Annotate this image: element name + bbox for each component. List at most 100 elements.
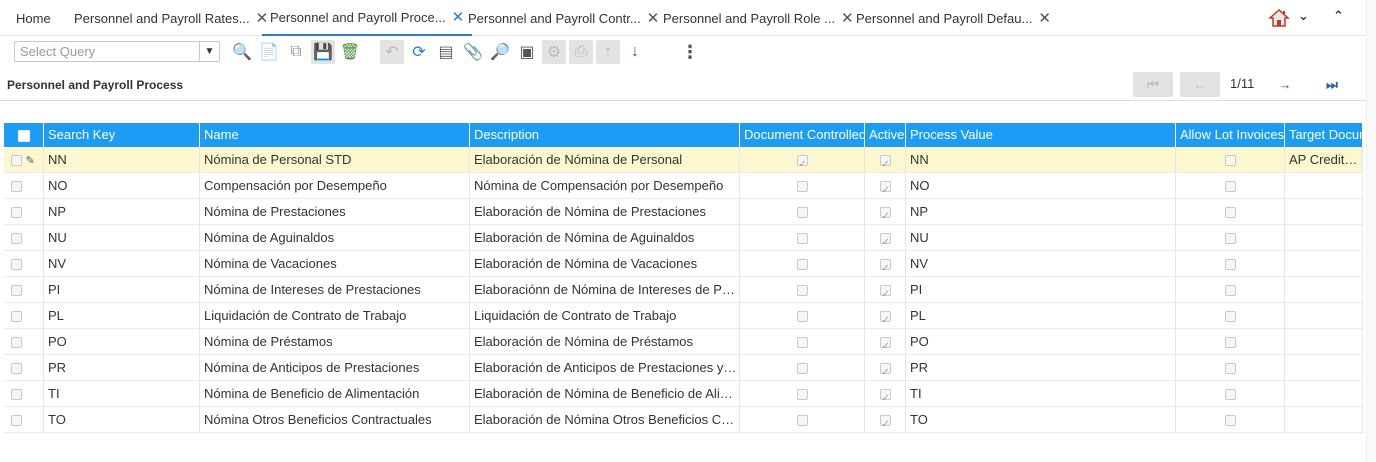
table-row[interactable]: PI Nómina de Intereses de Prestaciones Ela… — [4, 277, 1363, 303]
cell-key[interactable]: TI — [44, 381, 200, 407]
row-select-checkbox[interactable] — [4, 303, 44, 329]
table-row[interactable]: NV Nómina de Vacaciones Elaboración de Nóm… — [4, 251, 1363, 277]
row-select-checkbox[interactable] — [4, 225, 44, 251]
vertical-scrollbar[interactable] — [1366, 0, 1376, 462]
cell-name[interactable]: Liquidación de Contrato de Trabajo — [200, 303, 470, 329]
checkbox-lot[interactable] — [1176, 225, 1285, 251]
checkbox-lot[interactable] — [1176, 355, 1285, 381]
cell-target[interactable] — [1285, 199, 1363, 225]
checkbox-lot[interactable] — [1176, 329, 1285, 355]
cell-value[interactable]: PI — [906, 277, 1176, 303]
cell-name[interactable]: Nómina de Anticipos de Prestaciones — [200, 355, 470, 381]
save-icon[interactable]: 💾 — [311, 40, 335, 64]
checkbox-active[interactable] — [865, 147, 906, 173]
checkbox-doc[interactable] — [740, 173, 865, 199]
table-row[interactable]: PL Liquidación de Contrato de Trabajo Liqu… — [4, 303, 1363, 329]
checkbox-doc[interactable] — [740, 303, 865, 329]
table-row[interactable]: TI Nómina de Beneficio de Alimentación Ela… — [4, 381, 1363, 407]
column-header[interactable]: Allow Lot Invoices — [1176, 123, 1285, 147]
tab-payroll-role[interactable]: Personnel and Payroll Role ... ✕ — [663, 0, 854, 36]
cell-key[interactable]: NU — [44, 225, 200, 251]
cell-value[interactable]: PR — [906, 355, 1176, 381]
cell-desc[interactable]: Elaboración de Nómina Otros Beneficios C… — [470, 407, 740, 433]
cell-value[interactable]: NN — [906, 147, 1176, 173]
cell-value[interactable]: PL — [906, 303, 1176, 329]
process-icon[interactable]: ⚙ — [542, 40, 566, 64]
cell-target[interactable] — [1285, 329, 1363, 355]
edit-record-icon[interactable]: ✎ — [26, 155, 35, 167]
tab-payroll-process[interactable]: Personnel and Payroll Proce... ✕ — [262, 0, 473, 36]
cell-value[interactable]: TI — [906, 381, 1176, 407]
checkbox-active[interactable] — [865, 277, 906, 303]
row-select-checkbox[interactable] — [4, 277, 44, 303]
grid-toggle-icon[interactable]: ▤ — [434, 40, 458, 64]
checkbox-doc[interactable] — [740, 199, 865, 225]
row-select-checkbox[interactable] — [4, 199, 44, 225]
close-icon[interactable]: ✕ — [841, 9, 854, 27]
cell-target[interactable] — [1285, 407, 1363, 433]
tab-payroll-contract[interactable]: Personnel and Payroll Contr... ✕ — [468, 0, 659, 36]
cell-value[interactable]: PO — [906, 329, 1176, 355]
chevron-down-icon[interactable]: ▼ — [199, 42, 219, 61]
search-icon[interactable]: 🔍 — [230, 40, 254, 64]
cell-desc[interactable]: Elaboración de Nómina de Beneficio de Al… — [470, 381, 740, 407]
cell-target[interactable] — [1285, 355, 1363, 381]
cell-desc[interactable]: Elaboraciónn de Nómina de Intereses de P… — [470, 277, 740, 303]
cell-name[interactable]: Nómina de Beneficio de Alimentación — [200, 381, 470, 407]
next-record-button[interactable]: → — [1265, 72, 1305, 97]
more-options-icon[interactable]: ⋮ — [678, 40, 702, 64]
cell-name[interactable]: Nómina Otros Beneficios Contractuales — [200, 407, 470, 433]
tab-payroll-default[interactable]: Personnel and Payroll Defau... ✕ — [856, 0, 1051, 36]
checkbox-lot[interactable] — [1176, 407, 1285, 433]
checkbox-doc[interactable] — [740, 251, 865, 277]
cell-key[interactable]: PR — [44, 355, 200, 381]
table-row[interactable]: PO Nómina de Préstamos Elaboración de Nómi… — [4, 329, 1363, 355]
zoom-across-icon[interactable]: 🔎 — [488, 40, 512, 64]
cell-desc[interactable]: Elaboración de Nómina de Personal — [470, 147, 740, 173]
cell-desc[interactable]: Nómina de Compensación por Desempeño — [470, 173, 740, 199]
row-select-checkbox[interactable] — [4, 381, 44, 407]
previous-record-button[interactable]: ← — [1180, 72, 1220, 97]
attachment-icon[interactable]: 📎 — [461, 40, 485, 64]
tab-home[interactable]: Home — [16, 0, 51, 36]
checkbox-lot[interactable] — [1176, 251, 1285, 277]
checkbox-active[interactable] — [865, 329, 906, 355]
print-icon[interactable]: ⎙ — [569, 40, 593, 64]
table-row[interactable]: NP Nómina de Prestaciones Elaboración de N… — [4, 199, 1363, 225]
checkbox-doc[interactable] — [740, 355, 865, 381]
close-icon[interactable]: ✕ — [647, 9, 660, 27]
collapse-down-icon[interactable]: ⌄ — [1298, 8, 1309, 24]
checkbox-doc[interactable] — [740, 225, 865, 251]
checkbox-doc[interactable] — [740, 407, 865, 433]
cell-target[interactable] — [1285, 225, 1363, 251]
checkbox-active[interactable] — [865, 173, 906, 199]
cell-key[interactable]: PI — [44, 277, 200, 303]
cell-name[interactable]: Compensación por Desempeño — [200, 173, 470, 199]
cell-desc[interactable]: Liquidación de Contrato de Trabajo — [470, 303, 740, 329]
close-icon[interactable]: ✕ — [1038, 9, 1051, 27]
cell-target[interactable]: AP CreditMe — [1285, 147, 1363, 173]
cell-name[interactable]: Nómina de Vacaciones — [200, 251, 470, 277]
cell-name[interactable]: Nómina de Aguinaldos — [200, 225, 470, 251]
cell-key[interactable]: TO — [44, 407, 200, 433]
table-row[interactable]: NO Compensación por Desempeño Nómina de Co… — [4, 173, 1363, 199]
column-header[interactable]: Description — [470, 123, 740, 147]
checkbox-doc[interactable] — [740, 147, 865, 173]
checkbox-doc[interactable] — [740, 277, 865, 303]
cell-key[interactable]: NV — [44, 251, 200, 277]
table-row[interactable]: ✎ NN Nómina de Personal STD Elaboración de … — [4, 147, 1363, 173]
checkbox-active[interactable] — [865, 199, 906, 225]
checkbox-doc[interactable] — [740, 329, 865, 355]
cell-name[interactable]: Nómina de Préstamos — [200, 329, 470, 355]
row-select-checkbox[interactable] — [4, 407, 44, 433]
cell-target[interactable] — [1285, 251, 1363, 277]
arrow-down-icon[interactable]: ↓ — [623, 40, 647, 64]
cell-name[interactable]: Nómina de Personal STD — [200, 147, 470, 173]
arrow-up-icon[interactable]: ↑ — [596, 40, 620, 64]
last-record-button[interactable]: ⏭ — [1312, 72, 1352, 97]
cell-value[interactable]: NV — [906, 251, 1176, 277]
row-select-checkbox[interactable] — [4, 251, 44, 277]
row-select-checkbox[interactable] — [4, 173, 44, 199]
cell-key[interactable]: PO — [44, 329, 200, 355]
cell-target[interactable] — [1285, 173, 1363, 199]
